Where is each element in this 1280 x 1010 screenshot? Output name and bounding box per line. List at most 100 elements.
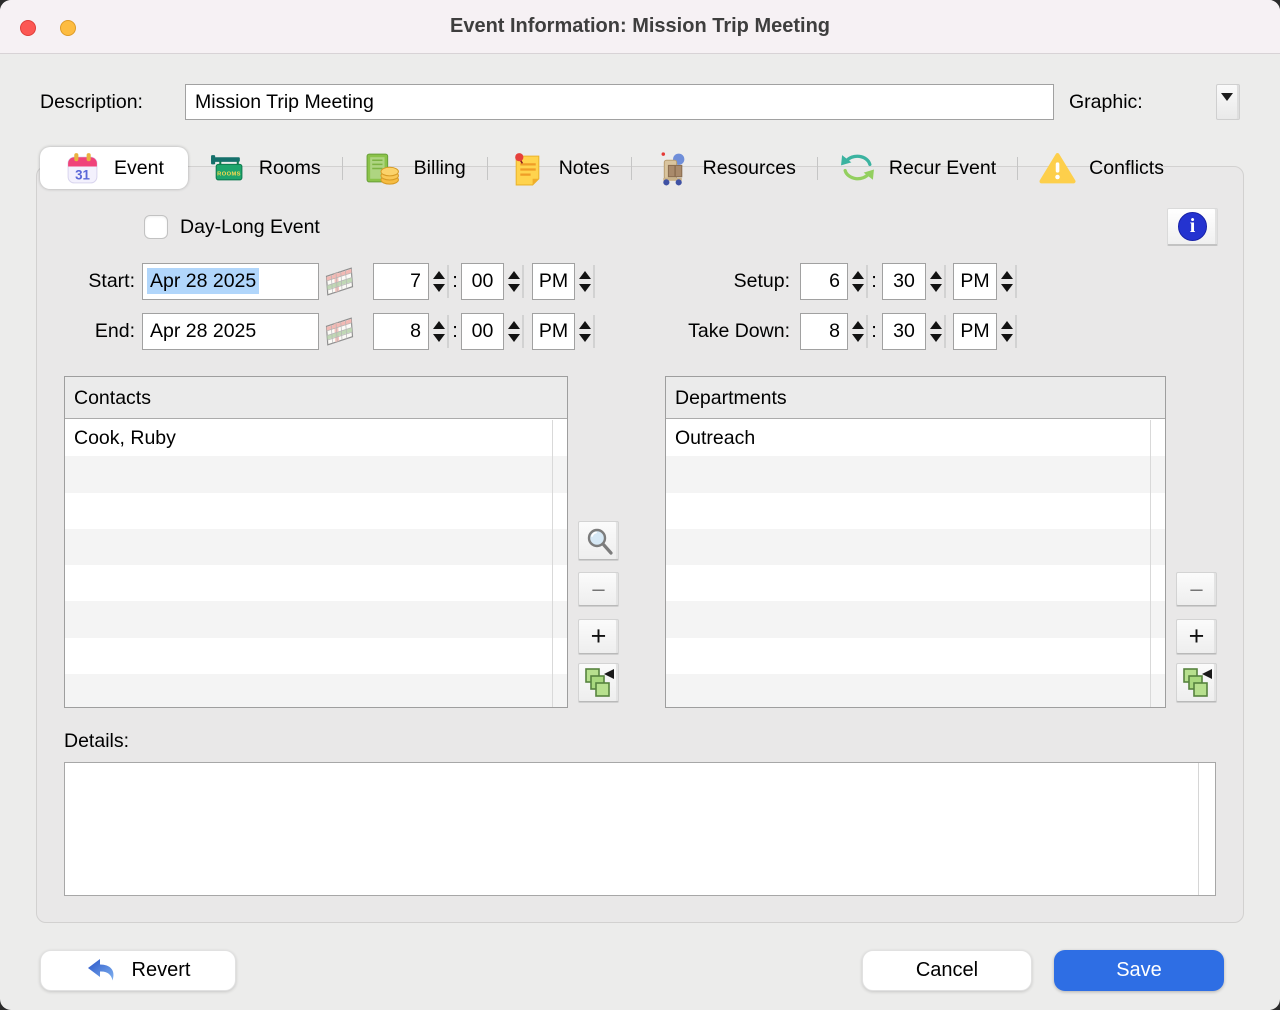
- stepper-down-icon[interactable]: [1001, 284, 1013, 292]
- contacts-multi-add-button[interactable]: [578, 663, 619, 702]
- stepper-up-icon[interactable]: [579, 321, 591, 329]
- departments-list-body[interactable]: Outreach: [666, 420, 1165, 707]
- start-ampm-field[interactable]: PM: [532, 263, 575, 300]
- stepper-down-icon[interactable]: [930, 334, 942, 342]
- setup-minute-field[interactable]: 30: [882, 263, 926, 300]
- departments-multi-add-button[interactable]: [1176, 663, 1217, 702]
- take-down-ampm-field[interactable]: PM: [953, 313, 997, 350]
- stepper-down-icon[interactable]: [433, 334, 445, 342]
- stepper-down-icon[interactable]: [1001, 334, 1013, 342]
- contacts-search-button[interactable]: [578, 521, 619, 560]
- contacts-row-empty: [65, 601, 567, 637]
- departments-remove-button[interactable]: –: [1176, 572, 1217, 606]
- stepper-up-icon[interactable]: [508, 321, 520, 329]
- stepper-up-icon[interactable]: [508, 271, 520, 279]
- setup-hour-stepper[interactable]: [849, 265, 868, 298]
- description-input[interactable]: [185, 84, 1054, 120]
- setup-hour-field[interactable]: 6: [800, 263, 848, 300]
- cancel-button[interactable]: Cancel: [862, 950, 1032, 991]
- tab-event[interactable]: 31 Event: [40, 147, 188, 189]
- revert-button[interactable]: Revert: [40, 950, 236, 991]
- stepper-down-icon[interactable]: [508, 334, 520, 342]
- contacts-scrollbar[interactable]: [552, 420, 553, 707]
- contacts-add-button[interactable]: +: [578, 619, 619, 654]
- contacts-remove-button[interactable]: –: [578, 572, 619, 606]
- departments-add-button[interactable]: +: [1176, 619, 1217, 654]
- tab-conflicts[interactable]: Conflicts: [1018, 147, 1185, 189]
- tab-resources[interactable]: Resources: [632, 147, 817, 189]
- contacts-list-body[interactable]: Cook, Ruby: [65, 420, 567, 707]
- stepper-down-icon[interactable]: [852, 334, 864, 342]
- money-coins-icon: [364, 150, 401, 187]
- stepper-down-icon[interactable]: [508, 284, 520, 292]
- details-textarea[interactable]: [64, 762, 1216, 896]
- setup-label: Setup:: [640, 263, 790, 299]
- end-date-picker-icon[interactable]: [323, 316, 356, 347]
- end-hour-field[interactable]: 8: [373, 313, 429, 350]
- title-bar[interactable]: Event Information: Mission Trip Meeting: [0, 0, 1280, 54]
- take-down-minute-stepper[interactable]: [927, 315, 946, 348]
- stepper-down-icon[interactable]: [852, 284, 864, 292]
- tab-notes[interactable]: Notes: [488, 147, 631, 189]
- tab-conflicts-label: Conflicts: [1089, 157, 1164, 180]
- tab-notes-label: Notes: [559, 157, 610, 180]
- stepper-up-icon[interactable]: [930, 321, 942, 329]
- close-button[interactable]: [20, 20, 36, 36]
- end-ampm-field[interactable]: PM: [532, 313, 575, 350]
- take-down-hour-field[interactable]: 8: [800, 313, 848, 350]
- end-hour-stepper[interactable]: [430, 315, 449, 348]
- take-down-ampm-stepper[interactable]: [998, 315, 1017, 348]
- calendar-31-icon: 31: [64, 150, 101, 187]
- stepper-up-icon[interactable]: [433, 271, 445, 279]
- start-minute-field[interactable]: 00: [461, 263, 504, 300]
- stepper-up-icon[interactable]: [852, 321, 864, 329]
- tab-recur-event[interactable]: Recur Event: [818, 147, 1017, 189]
- take-down-minute-field[interactable]: 30: [882, 313, 926, 350]
- start-hour-stepper[interactable]: [430, 265, 449, 298]
- setup-ampm-field[interactable]: PM: [953, 263, 997, 300]
- time-separator: :: [869, 313, 879, 350]
- tab-billing[interactable]: Billing: [343, 147, 487, 189]
- take-down-hour-stepper[interactable]: [849, 315, 868, 348]
- details-scrollbar[interactable]: [1198, 763, 1199, 895]
- graphic-dropdown-button[interactable]: [1216, 84, 1240, 120]
- departments-scrollbar[interactable]: [1150, 420, 1151, 707]
- contacts-row-empty: [65, 529, 567, 565]
- end-minute-stepper[interactable]: [505, 315, 524, 348]
- setup-minute-stepper[interactable]: [927, 265, 946, 298]
- minus-icon: –: [1190, 578, 1202, 600]
- stepper-up-icon[interactable]: [579, 271, 591, 279]
- start-minute-stepper[interactable]: [505, 265, 524, 298]
- info-button[interactable]: i: [1167, 208, 1218, 246]
- setup-ampm-stepper[interactable]: [998, 265, 1017, 298]
- contacts-row[interactable]: Cook, Ruby: [65, 420, 567, 456]
- save-button[interactable]: Save: [1054, 950, 1224, 991]
- stepper-down-icon[interactable]: [433, 284, 445, 292]
- tab-rooms[interactable]: ROOMS Rooms: [188, 147, 342, 189]
- stepper-down-icon[interactable]: [930, 284, 942, 292]
- start-ampm-stepper[interactable]: [576, 265, 595, 298]
- contacts-list[interactable]: Contacts Cook, Ruby: [64, 376, 568, 708]
- stepper-down-icon[interactable]: [579, 334, 591, 342]
- recur-arrows-icon: [839, 150, 876, 187]
- stepper-up-icon[interactable]: [852, 271, 864, 279]
- start-hour-field[interactable]: 7: [373, 263, 429, 300]
- departments-row[interactable]: Outreach: [666, 420, 1165, 456]
- end-ampm-stepper[interactable]: [576, 315, 595, 348]
- minimize-button[interactable]: [60, 20, 76, 36]
- stepper-up-icon[interactable]: [930, 271, 942, 279]
- stepper-up-icon[interactable]: [1001, 271, 1013, 279]
- stepper-up-icon[interactable]: [1001, 321, 1013, 329]
- svg-text:31: 31: [75, 167, 90, 182]
- start-date-picker-icon[interactable]: [323, 266, 356, 297]
- departments-row-empty: [666, 565, 1165, 601]
- start-date-field[interactable]: Apr 28 2025: [142, 263, 319, 300]
- stepper-up-icon[interactable]: [433, 321, 445, 329]
- stepper-down-icon[interactable]: [579, 284, 591, 292]
- end-minute-field[interactable]: 00: [461, 313, 504, 350]
- departments-row-empty: [666, 601, 1165, 637]
- end-date-field[interactable]: Apr 28 2025: [142, 313, 319, 350]
- day-long-event-checkbox[interactable]: [144, 215, 168, 239]
- details-label: Details:: [64, 726, 129, 756]
- departments-list[interactable]: Departments Outreach: [665, 376, 1166, 708]
